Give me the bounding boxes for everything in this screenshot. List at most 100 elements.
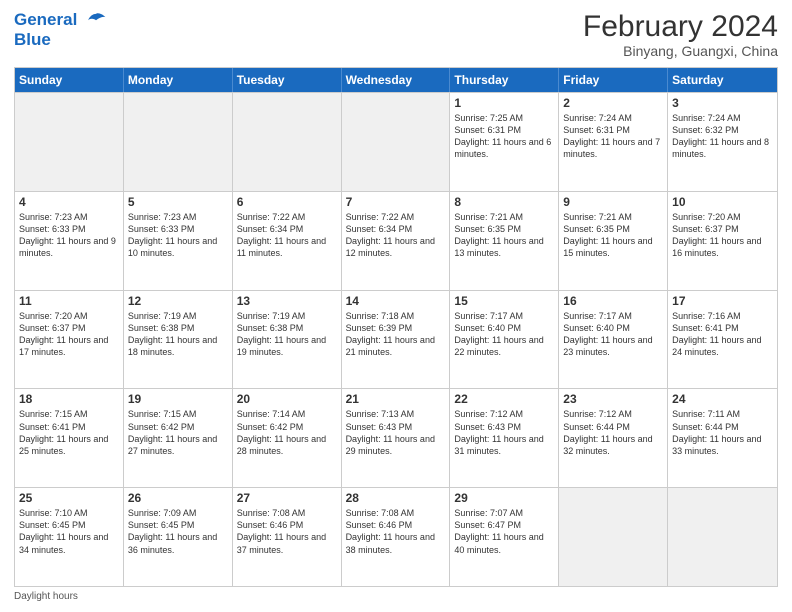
cell-info: Sunrise: 7:10 AM Sunset: 6:45 PM Dayligh… bbox=[19, 507, 119, 556]
header-day-wednesday: Wednesday bbox=[342, 68, 451, 92]
header-day-saturday: Saturday bbox=[668, 68, 777, 92]
header: General Blue February 2024 Binyang, Guan… bbox=[14, 10, 778, 59]
day-number: 26 bbox=[128, 491, 228, 505]
cell-info: Sunrise: 7:19 AM Sunset: 6:38 PM Dayligh… bbox=[237, 310, 337, 359]
cal-cell bbox=[15, 93, 124, 191]
title-area: February 2024 Binyang, Guangxi, China bbox=[583, 10, 778, 59]
cal-cell: 26 Sunrise: 7:09 AM Sunset: 6:45 PM Dayli… bbox=[124, 488, 233, 586]
cell-info: Sunrise: 7:17 AM Sunset: 6:40 PM Dayligh… bbox=[454, 310, 554, 359]
day-number: 27 bbox=[237, 491, 337, 505]
header-day-thursday: Thursday bbox=[450, 68, 559, 92]
cal-cell bbox=[342, 93, 451, 191]
day-number: 24 bbox=[672, 392, 773, 406]
calendar-header: SundayMondayTuesdayWednesdayThursdayFrid… bbox=[15, 68, 777, 92]
week-row-1: 1Sunrise: 7:25 AM Sunset: 6:31 PM Daylig… bbox=[15, 92, 777, 191]
cal-cell: 6 Sunrise: 7:22 AM Sunset: 6:34 PM Daylig… bbox=[233, 192, 342, 290]
day-number: 10 bbox=[672, 195, 773, 209]
cell-info: Sunrise: 7:21 AM Sunset: 6:35 PM Dayligh… bbox=[454, 211, 554, 260]
logo-bird-icon bbox=[85, 12, 107, 30]
cal-cell: 29 Sunrise: 7:07 AM Sunset: 6:47 PM Dayli… bbox=[450, 488, 559, 586]
day-number: 12 bbox=[128, 294, 228, 308]
cal-cell: 5Sunrise: 7:23 AM Sunset: 6:33 PM Daylig… bbox=[124, 192, 233, 290]
cell-info: Sunrise: 7:15 AM Sunset: 6:42 PM Dayligh… bbox=[128, 408, 228, 457]
day-number: 11 bbox=[19, 294, 119, 308]
day-number: 23 bbox=[563, 392, 663, 406]
day-number: 29 bbox=[454, 491, 554, 505]
day-number: 15 bbox=[454, 294, 554, 308]
day-number: 28 bbox=[346, 491, 446, 505]
cal-cell: 16 Sunrise: 7:17 AM Sunset: 6:40 PM Dayli… bbox=[559, 291, 668, 389]
day-number: 6 bbox=[237, 195, 337, 209]
cal-cell: 8 Sunrise: 7:21 AM Sunset: 6:35 PM Daylig… bbox=[450, 192, 559, 290]
cell-info: Sunrise: 7:11 AM Sunset: 6:44 PM Dayligh… bbox=[672, 408, 773, 457]
cal-cell: 3 Sunrise: 7:24 AM Sunset: 6:32 PM Daylig… bbox=[668, 93, 777, 191]
day-number: 19 bbox=[128, 392, 228, 406]
cal-cell: 21 Sunrise: 7:13 AM Sunset: 6:43 PM Dayli… bbox=[342, 389, 451, 487]
cal-cell: 1Sunrise: 7:25 AM Sunset: 6:31 PM Daylig… bbox=[450, 93, 559, 191]
cell-info: Sunrise: 7:12 AM Sunset: 6:43 PM Dayligh… bbox=[454, 408, 554, 457]
cal-cell: 28 Sunrise: 7:08 AM Sunset: 6:46 PM Dayli… bbox=[342, 488, 451, 586]
cell-info: Sunrise: 7:19 AM Sunset: 6:38 PM Dayligh… bbox=[128, 310, 228, 359]
page: General Blue February 2024 Binyang, Guan… bbox=[0, 0, 792, 612]
cal-cell: 25Sunrise: 7:10 AM Sunset: 6:45 PM Dayli… bbox=[15, 488, 124, 586]
day-number: 4 bbox=[19, 195, 119, 209]
header-day-friday: Friday bbox=[559, 68, 668, 92]
cal-cell: 13Sunrise: 7:19 AM Sunset: 6:38 PM Dayli… bbox=[233, 291, 342, 389]
cell-info: Sunrise: 7:07 AM Sunset: 6:47 PM Dayligh… bbox=[454, 507, 554, 556]
header-day-monday: Monday bbox=[124, 68, 233, 92]
cal-cell: 27 Sunrise: 7:08 AM Sunset: 6:46 PM Dayli… bbox=[233, 488, 342, 586]
cal-cell bbox=[668, 488, 777, 586]
cell-info: Sunrise: 7:08 AM Sunset: 6:46 PM Dayligh… bbox=[346, 507, 446, 556]
cell-info: Sunrise: 7:20 AM Sunset: 6:37 PM Dayligh… bbox=[19, 310, 119, 359]
day-number: 20 bbox=[237, 392, 337, 406]
calendar-body: 1Sunrise: 7:25 AM Sunset: 6:31 PM Daylig… bbox=[15, 92, 777, 586]
cal-cell: 2 Sunrise: 7:24 AM Sunset: 6:31 PM Daylig… bbox=[559, 93, 668, 191]
day-number: 9 bbox=[563, 195, 663, 209]
cell-info: Sunrise: 7:23 AM Sunset: 6:33 PM Dayligh… bbox=[19, 211, 119, 260]
cell-info: Sunrise: 7:24 AM Sunset: 6:32 PM Dayligh… bbox=[672, 112, 773, 161]
cell-info: Sunrise: 7:21 AM Sunset: 6:35 PM Dayligh… bbox=[563, 211, 663, 260]
cal-cell: 22Sunrise: 7:12 AM Sunset: 6:43 PM Dayli… bbox=[450, 389, 559, 487]
cal-cell: 24 Sunrise: 7:11 AM Sunset: 6:44 PM Dayli… bbox=[668, 389, 777, 487]
week-row-5: 25Sunrise: 7:10 AM Sunset: 6:45 PM Dayli… bbox=[15, 487, 777, 586]
day-number: 3 bbox=[672, 96, 773, 110]
cal-cell: 23 Sunrise: 7:12 AM Sunset: 6:44 PM Dayli… bbox=[559, 389, 668, 487]
logo-blue-text: Blue bbox=[14, 30, 107, 50]
cal-cell: 15 Sunrise: 7:17 AM Sunset: 6:40 PM Dayli… bbox=[450, 291, 559, 389]
day-number: 1 bbox=[454, 96, 554, 110]
logo: General Blue bbox=[14, 10, 107, 51]
cell-info: Sunrise: 7:23 AM Sunset: 6:33 PM Dayligh… bbox=[128, 211, 228, 260]
cal-cell: 9 Sunrise: 7:21 AM Sunset: 6:35 PM Daylig… bbox=[559, 192, 668, 290]
cell-info: Sunrise: 7:24 AM Sunset: 6:31 PM Dayligh… bbox=[563, 112, 663, 161]
header-day-sunday: Sunday bbox=[15, 68, 124, 92]
cal-cell: 20 Sunrise: 7:14 AM Sunset: 6:42 PM Dayli… bbox=[233, 389, 342, 487]
day-number: 14 bbox=[346, 294, 446, 308]
cal-cell: 19 Sunrise: 7:15 AM Sunset: 6:42 PM Dayli… bbox=[124, 389, 233, 487]
week-row-3: 11 Sunrise: 7:20 AM Sunset: 6:37 PM Dayli… bbox=[15, 290, 777, 389]
cell-info: Sunrise: 7:18 AM Sunset: 6:39 PM Dayligh… bbox=[346, 310, 446, 359]
day-number: 16 bbox=[563, 294, 663, 308]
cell-info: Sunrise: 7:22 AM Sunset: 6:34 PM Dayligh… bbox=[346, 211, 446, 260]
cell-info: Sunrise: 7:17 AM Sunset: 6:40 PM Dayligh… bbox=[563, 310, 663, 359]
cal-cell: 14 Sunrise: 7:18 AM Sunset: 6:39 PM Dayli… bbox=[342, 291, 451, 389]
cell-info: Sunrise: 7:14 AM Sunset: 6:42 PM Dayligh… bbox=[237, 408, 337, 457]
footer-note: Daylight hours bbox=[14, 591, 778, 602]
day-number: 21 bbox=[346, 392, 446, 406]
cal-cell: 7Sunrise: 7:22 AM Sunset: 6:34 PM Daylig… bbox=[342, 192, 451, 290]
week-row-4: 18Sunrise: 7:15 AM Sunset: 6:41 PM Dayli… bbox=[15, 388, 777, 487]
cal-cell bbox=[559, 488, 668, 586]
cal-cell: 11 Sunrise: 7:20 AM Sunset: 6:37 PM Dayli… bbox=[15, 291, 124, 389]
cell-info: Sunrise: 7:08 AM Sunset: 6:46 PM Dayligh… bbox=[237, 507, 337, 556]
day-number: 8 bbox=[454, 195, 554, 209]
cal-cell: 18Sunrise: 7:15 AM Sunset: 6:41 PM Dayli… bbox=[15, 389, 124, 487]
cell-info: Sunrise: 7:09 AM Sunset: 6:45 PM Dayligh… bbox=[128, 507, 228, 556]
cal-cell bbox=[124, 93, 233, 191]
cell-info: Sunrise: 7:12 AM Sunset: 6:44 PM Dayligh… bbox=[563, 408, 663, 457]
cell-info: Sunrise: 7:13 AM Sunset: 6:43 PM Dayligh… bbox=[346, 408, 446, 457]
day-number: 2 bbox=[563, 96, 663, 110]
cal-cell: 12 Sunrise: 7:19 AM Sunset: 6:38 PM Dayli… bbox=[124, 291, 233, 389]
logo-text: General bbox=[14, 10, 107, 30]
header-day-tuesday: Tuesday bbox=[233, 68, 342, 92]
cell-info: Sunrise: 7:15 AM Sunset: 6:41 PM Dayligh… bbox=[19, 408, 119, 457]
cell-info: Sunrise: 7:22 AM Sunset: 6:34 PM Dayligh… bbox=[237, 211, 337, 260]
